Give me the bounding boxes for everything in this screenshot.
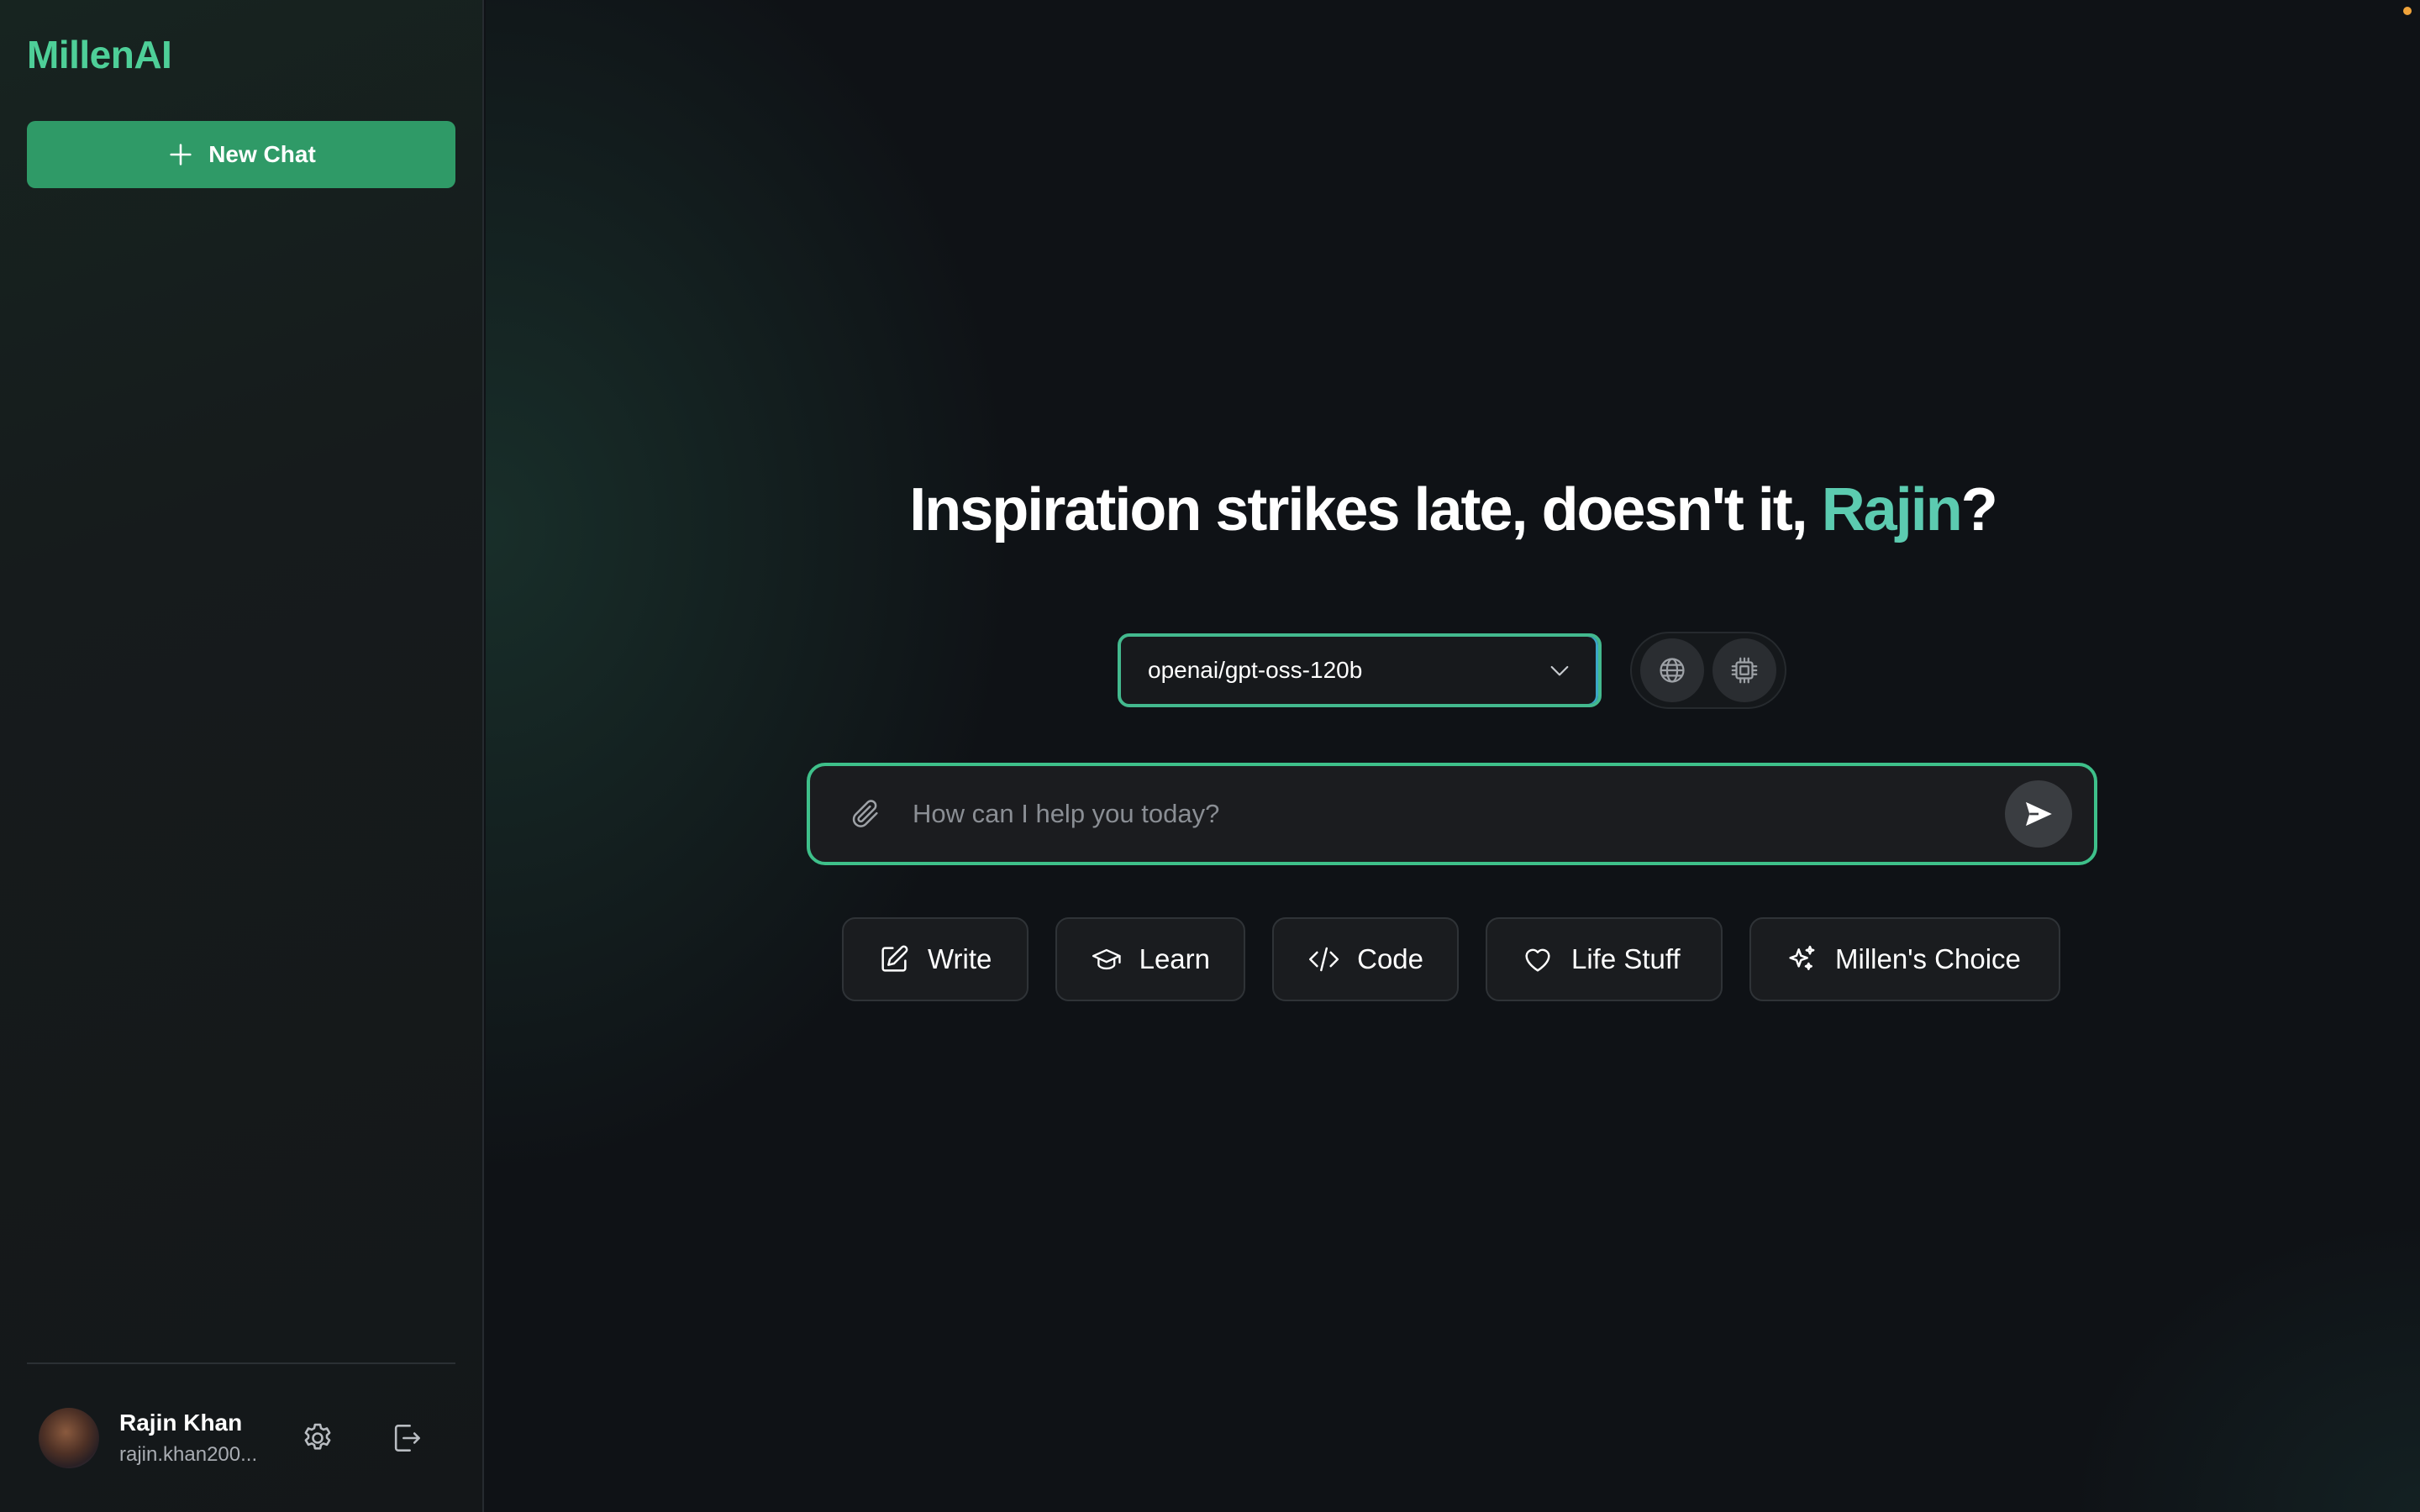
code-chip-label: Code (1357, 943, 1423, 974)
paperclip-icon (852, 800, 878, 827)
write-chip[interactable]: Write (842, 917, 1028, 1001)
settings-button[interactable] (294, 1415, 341, 1462)
processor-toggle[interactable] (1712, 638, 1776, 702)
app-window: MillenAI New Chat Rajin Khan rajin.khan2… (0, 0, 2420, 1512)
send-icon (2026, 801, 2052, 827)
send-button[interactable] (2005, 780, 2072, 848)
user-profile: Rajin Khan rajin.khan200... (39, 1404, 459, 1472)
greeting-suffix: ? (1960, 476, 1998, 543)
millens-choice-chip-label: Millen's Choice (1835, 943, 2021, 974)
chat-input-bar (807, 763, 2097, 865)
sidebar-divider (27, 1362, 455, 1364)
feature-toggles (1630, 632, 1786, 709)
globe-icon (1660, 658, 1685, 683)
life-stuff-chip[interactable]: Life Stuff (1486, 917, 1723, 1001)
user-email: rajin.khan200... (119, 1443, 258, 1466)
greeting-user-name: Rajin (1821, 476, 1963, 543)
model-controls: openai/gpt-oss-120b (1118, 632, 1786, 709)
user-name: Rajin Khan (119, 1410, 243, 1436)
greeting-headline: Inspiration strikes late, doesn't it, Ra… (486, 475, 2420, 544)
chevron-down-icon (1550, 665, 1569, 676)
chat-input[interactable] (913, 789, 2005, 839)
chip-icon (1731, 657, 1758, 684)
avatar[interactable] (39, 1408, 99, 1468)
new-chat-label: New Chat (208, 141, 316, 167)
model-selector[interactable]: openai/gpt-oss-120b (1118, 633, 1602, 707)
code-chip[interactable]: Code (1272, 917, 1459, 1001)
gear-icon (304, 1423, 331, 1450)
learn-chip[interactable]: Learn (1055, 917, 1245, 1001)
graduation-cap-icon (1092, 948, 1121, 970)
life-stuff-chip-label: Life Stuff (1571, 943, 1681, 974)
attach-button[interactable] (844, 792, 887, 836)
user-info: Rajin Khan rajin.khan200... (119, 1410, 271, 1467)
millens-choice-chip[interactable]: Millen's Choice (1749, 917, 2060, 1001)
sparkles-icon (1789, 945, 1815, 970)
code-icon (1309, 947, 1339, 972)
pencil-icon (881, 945, 908, 972)
plus-icon (170, 144, 192, 165)
new-chat-button[interactable]: New Chat (27, 121, 455, 188)
main-area: Inspiration strikes late, doesn't it, Ra… (486, 0, 2420, 1512)
logout-button[interactable] (383, 1415, 430, 1462)
logout-icon (394, 1425, 420, 1452)
suggestion-chips: Write Learn Code Life Stuff Millen's Cho… (842, 917, 2060, 1001)
app-logo: MillenAI (27, 33, 172, 76)
greeting-prefix: Inspiration strikes late, doesn't it, (909, 476, 1822, 543)
notification-dot (2403, 7, 2412, 15)
sidebar: MillenAI New Chat Rajin Khan rajin.khan2… (0, 0, 484, 1512)
model-selector-value: openai/gpt-oss-120b (1148, 657, 1363, 683)
heart-icon (1525, 948, 1550, 972)
write-chip-label: Write (928, 943, 992, 974)
learn-chip-label: Learn (1139, 943, 1210, 974)
web-search-toggle[interactable] (1640, 638, 1704, 702)
